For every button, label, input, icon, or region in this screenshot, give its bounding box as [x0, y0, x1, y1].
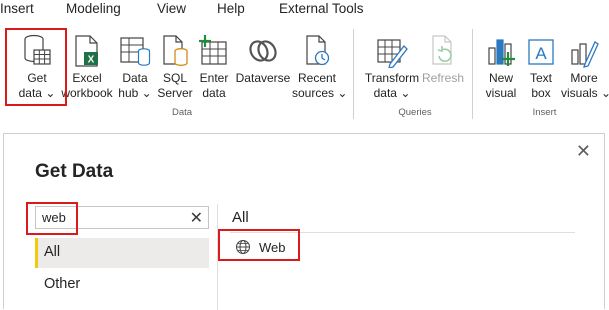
text-box-label-line2: box	[531, 86, 551, 100]
excel-icon: X	[60, 32, 114, 68]
menu-modeling[interactable]: Modeling	[66, 1, 121, 16]
menu-bar: Insert Modeling View Help External Tools	[0, 0, 609, 20]
refresh-button[interactable]: Refresh	[421, 32, 465, 86]
web-result-highlight	[218, 229, 300, 261]
transform-data-label-line1: Transform	[364, 71, 420, 85]
search-highlight	[26, 202, 78, 235]
recent-sources-button[interactable]: Recent sources ⌄	[292, 32, 348, 101]
new-visual-button[interactable]: New visual	[482, 32, 520, 101]
dialog-title: Get Data	[35, 161, 114, 182]
refresh-icon	[421, 32, 465, 68]
results-header: All	[232, 209, 249, 226]
ribbon-separator	[472, 29, 473, 119]
transform-data-label-line2: data ⌄	[373, 86, 411, 100]
dataverse-icon	[234, 32, 292, 68]
new-visual-label-line2: visual	[485, 86, 517, 100]
category-other[interactable]: Other	[35, 270, 209, 300]
category-all[interactable]: All	[35, 238, 209, 268]
transform-data-icon	[364, 32, 420, 68]
sql-server-label-line1: SQL	[162, 71, 187, 85]
refresh-label: Refresh	[421, 71, 465, 85]
table-plus-icon	[197, 32, 231, 68]
enter-data-label-line2: data	[202, 86, 226, 100]
insert-group-label: Insert	[532, 107, 557, 118]
data-hub-label-line1: Data	[122, 71, 148, 85]
get-data-highlight	[5, 28, 67, 106]
recent-sources-icon	[292, 32, 342, 68]
sql-server-button[interactable]: SQL Server	[156, 32, 194, 101]
dataverse-button[interactable]: Dataverse	[234, 32, 292, 86]
category-label: All	[44, 244, 61, 260]
queries-group-label: Queries	[398, 107, 432, 118]
recent-sources-label-line1: Recent	[297, 71, 337, 85]
more-visuals-button[interactable]: More visuals ⌄	[561, 32, 609, 101]
data-hub-label-line2: hub ⌄	[118, 86, 152, 100]
more-visuals-label-line2: visuals ⌄	[561, 86, 609, 100]
excel-label-line1: Excel	[72, 71, 102, 85]
close-icon[interactable]: ✕	[576, 142, 591, 160]
enter-data-label-line1: Enter	[199, 71, 229, 85]
data-hub-button[interactable]: Data hub ⌄	[117, 32, 153, 101]
menu-view[interactable]: View	[157, 1, 186, 16]
new-visual-label-line1: New	[488, 71, 513, 85]
menu-insert[interactable]: Insert	[0, 1, 34, 16]
svg-text:A: A	[535, 44, 547, 63]
sql-server-icon	[156, 32, 194, 68]
menu-help[interactable]: Help	[217, 1, 245, 16]
more-visuals-icon	[561, 32, 607, 68]
bar-chart-plus-icon	[482, 32, 520, 68]
menu-external-tools[interactable]: External Tools	[279, 1, 364, 16]
recent-sources-label-line2: sources ⌄	[292, 86, 348, 100]
enter-data-button[interactable]: Enter data	[197, 32, 231, 101]
data-group-label: Data	[171, 107, 193, 118]
ribbon: Get data ⌄ X Excel workbook Data hub ⌄ S…	[0, 20, 609, 122]
excel-label-line2: workbook	[61, 86, 113, 100]
data-hub-icon	[117, 32, 153, 68]
ribbon-separator	[353, 29, 354, 119]
excel-workbook-button[interactable]: X Excel workbook	[60, 32, 114, 101]
category-label: Other	[44, 276, 81, 292]
clear-search-icon[interactable]: ✕	[190, 208, 203, 228]
get-data-dialog: Get Data ✕ web ✕ All Other All Web	[3, 133, 605, 310]
text-box-button[interactable]: A Text box	[524, 32, 558, 101]
text-box-label-line1: Text	[529, 71, 552, 85]
svg-text:X: X	[88, 55, 95, 66]
dataverse-label: Dataverse	[235, 71, 291, 85]
transform-data-button[interactable]: Transform data ⌄	[364, 32, 420, 101]
text-box-icon: A	[524, 32, 558, 68]
sql-server-label-line2: Server	[157, 86, 193, 100]
more-visuals-label-line1: More	[570, 71, 598, 85]
